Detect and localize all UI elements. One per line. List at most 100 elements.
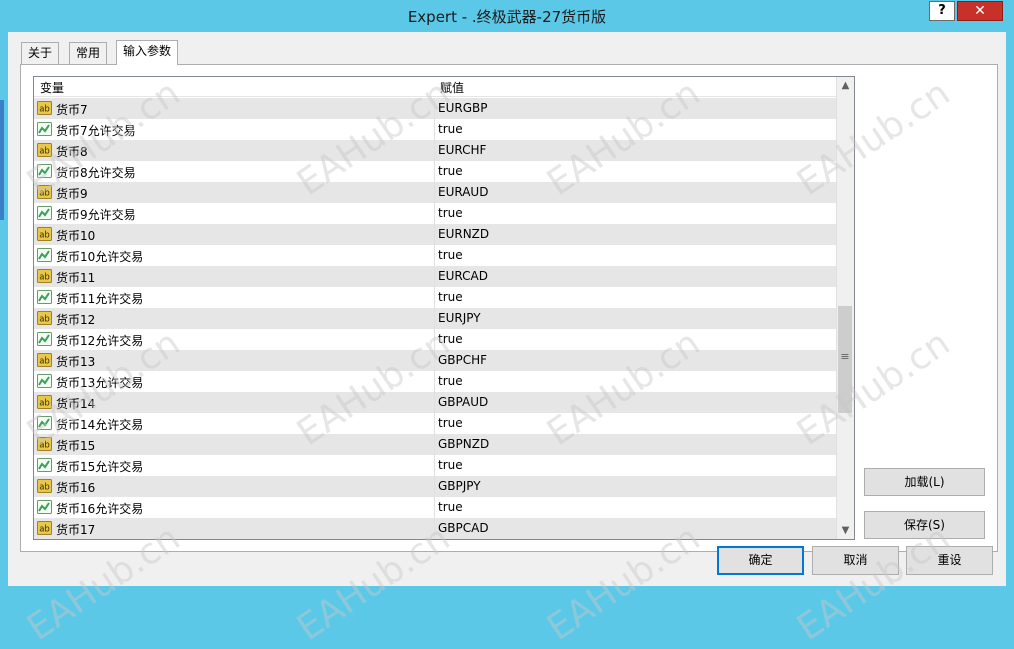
- variable-value[interactable]: true: [438, 248, 463, 262]
- variable-value[interactable]: true: [438, 374, 463, 388]
- svg-text:ab: ab: [39, 441, 50, 451]
- column-separator: [434, 476, 435, 497]
- bool-chart-icon: [37, 206, 52, 220]
- ab-string-icon: ab: [37, 437, 52, 451]
- ok-button[interactable]: 确定: [717, 546, 804, 575]
- column-header-variable[interactable]: 变量: [40, 79, 64, 96]
- variable-name: 货币16: [56, 481, 96, 495]
- help-button[interactable]: ?: [929, 1, 955, 21]
- column-separator: [434, 161, 435, 182]
- variable-value[interactable]: EURJPY: [438, 311, 481, 325]
- variable-name: 货币15允许交易: [56, 460, 144, 474]
- ab-string-icon: ab: [37, 269, 52, 283]
- variable-value[interactable]: true: [438, 458, 463, 472]
- table-row[interactable]: 货币12允许交易 true: [34, 329, 837, 350]
- column-separator: [434, 497, 435, 518]
- svg-text:ab: ab: [39, 273, 50, 283]
- variable-name: 货币12允许交易: [56, 334, 144, 348]
- variable-value[interactable]: EURCAD: [438, 269, 488, 283]
- table-row[interactable]: ab 货币10 EURNZD: [34, 224, 837, 245]
- column-separator: [434, 266, 435, 287]
- variable-value[interactable]: GBPAUD: [438, 395, 488, 409]
- bool-chart-icon: [37, 374, 52, 388]
- variable-value[interactable]: true: [438, 332, 463, 346]
- table-row[interactable]: 货币9允许交易 true: [34, 203, 837, 224]
- variable-value[interactable]: GBPCHF: [438, 353, 487, 367]
- variable-value[interactable]: GBPCAD: [438, 521, 489, 535]
- column-separator: [434, 455, 435, 476]
- variable-value[interactable]: EURNZD: [438, 227, 489, 241]
- svg-text:ab: ab: [39, 525, 50, 535]
- svg-text:ab: ab: [39, 483, 50, 493]
- variable-name: 货币7允许交易: [56, 124, 136, 138]
- ab-string-icon: ab: [37, 185, 52, 199]
- ab-string-icon: ab: [37, 227, 52, 241]
- tab-common[interactable]: 常用: [69, 42, 108, 64]
- vertical-scrollbar[interactable]: ▲ ≡ ▼: [836, 77, 854, 539]
- ab-string-icon: ab: [37, 479, 52, 493]
- table-row[interactable]: ab 货币16 GBPJPY: [34, 476, 837, 497]
- table-row[interactable]: ab 货币13 GBPCHF: [34, 350, 837, 371]
- variable-name: 货币14: [56, 397, 96, 411]
- column-separator: [434, 413, 435, 434]
- variable-value[interactable]: true: [438, 290, 463, 304]
- column-separator: [434, 224, 435, 245]
- bool-chart-icon: [37, 290, 52, 304]
- scroll-down-arrow-icon[interactable]: ▼: [837, 522, 854, 539]
- variable-value[interactable]: true: [438, 416, 463, 430]
- table-row[interactable]: ab 货币15 GBPNZD: [34, 434, 837, 455]
- table-row[interactable]: 货币14允许交易 true: [34, 413, 837, 434]
- column-separator: [434, 203, 435, 224]
- table-row[interactable]: ab 货币8 EURCHF: [34, 140, 837, 161]
- save-button[interactable]: 保存(S): [864, 511, 985, 539]
- variable-value[interactable]: true: [438, 500, 463, 514]
- table-row[interactable]: ab 货币14 GBPAUD: [34, 392, 837, 413]
- grid-rows: ab 货币7 EURGBP 货币7允许交易 true ab 货币8 EURCHF 货币8允许交易…: [34, 98, 837, 539]
- table-row[interactable]: ab 货币11 EURCAD: [34, 266, 837, 287]
- variable-value[interactable]: true: [438, 206, 463, 220]
- variable-value[interactable]: true: [438, 164, 463, 178]
- tab-input-params[interactable]: 输入参数: [116, 40, 179, 65]
- variable-value[interactable]: EURGBP: [438, 101, 487, 115]
- variable-name: 货币11: [56, 271, 96, 285]
- column-separator: [434, 350, 435, 371]
- variable-value[interactable]: true: [438, 122, 463, 136]
- column-separator: [434, 434, 435, 455]
- variable-name: 货币10允许交易: [56, 250, 144, 264]
- table-row[interactable]: 货币16允许交易 true: [34, 497, 837, 518]
- scroll-up-arrow-icon[interactable]: ▲: [837, 77, 854, 94]
- bool-chart-icon: [37, 332, 52, 346]
- scroll-thumb[interactable]: ≡: [838, 306, 852, 413]
- table-row[interactable]: 货币15允许交易 true: [34, 455, 837, 476]
- column-header-value[interactable]: 赋值: [440, 79, 464, 96]
- table-row[interactable]: 货币13允许交易 true: [34, 371, 837, 392]
- title-bar[interactable]: Expert - .终极武器-27货币版 ? ✕: [0, 0, 1014, 32]
- table-row[interactable]: 货币7允许交易 true: [34, 119, 837, 140]
- tab-about[interactable]: 关于: [21, 42, 60, 64]
- variable-name: 货币11允许交易: [56, 292, 144, 306]
- table-row[interactable]: 货币11允许交易 true: [34, 287, 837, 308]
- variable-value[interactable]: GBPNZD: [438, 437, 489, 451]
- load-button[interactable]: 加载(L): [864, 468, 985, 496]
- background-window-edge: [0, 100, 4, 220]
- close-button[interactable]: ✕: [957, 1, 1003, 21]
- cancel-button[interactable]: 取消: [812, 546, 899, 575]
- parameters-grid[interactable]: 变量 赋值 ab 货币7 EURGBP 货币7允许交易 true ab 货币8 EURCHF 货…: [33, 76, 855, 540]
- svg-text:ab: ab: [39, 231, 50, 241]
- variable-name: 货币8: [56, 145, 88, 159]
- bool-chart-icon: [37, 248, 52, 262]
- table-row[interactable]: ab 货币9 EURAUD: [34, 182, 837, 203]
- table-row[interactable]: 货币10允许交易 true: [34, 245, 837, 266]
- table-row[interactable]: ab 货币17 GBPCAD: [34, 518, 837, 539]
- variable-name: 货币16允许交易: [56, 502, 144, 516]
- table-row[interactable]: ab 货币7 EURGBP: [34, 98, 837, 119]
- variable-value[interactable]: GBPJPY: [438, 479, 481, 493]
- reset-button[interactable]: 重设: [906, 546, 993, 575]
- variable-name: 货币17: [56, 523, 96, 537]
- table-row[interactable]: ab 货币12 EURJPY: [34, 308, 837, 329]
- column-separator: [434, 329, 435, 350]
- table-row[interactable]: 货币8允许交易 true: [34, 161, 837, 182]
- variable-value[interactable]: EURAUD: [438, 185, 488, 199]
- column-separator: [434, 140, 435, 161]
- variable-value[interactable]: EURCHF: [438, 143, 486, 157]
